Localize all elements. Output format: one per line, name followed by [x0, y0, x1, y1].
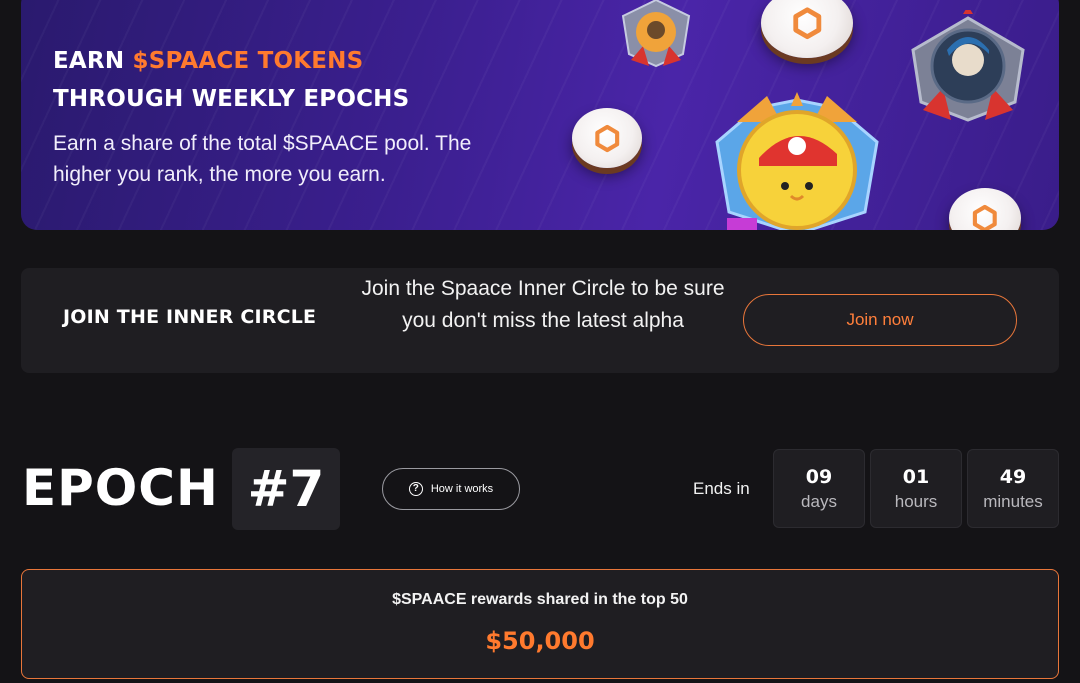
epoch-number: #7 — [232, 448, 340, 530]
inner-circle-panel: JOIN THE INNER CIRCLE Join the Spaace In… — [21, 268, 1059, 373]
timer-hours-value: 01 — [902, 466, 930, 488]
rewards-amount: $50,000 — [485, 627, 595, 655]
timer-minutes-value: 49 — [999, 466, 1027, 488]
timer-days: 09 days — [773, 449, 865, 528]
timer-minutes-unit: minutes — [983, 492, 1043, 511]
hero-title-prefix: EARN — [53, 48, 133, 74]
hero-title-accent: $SPAACE TOKENS — [132, 48, 364, 74]
timer-days-unit: days — [801, 492, 837, 511]
rewards-card: $SPAACE rewards shared in the top 50 $50… — [21, 569, 1059, 679]
medal-badge-icon — [893, 10, 1043, 122]
medal-badge-icon — [697, 92, 897, 230]
timer-hours: 01 hours — [870, 449, 962, 528]
inner-circle-title: JOIN THE INNER CIRCLE — [63, 306, 317, 328]
hero-banner: EARN $SPAACE TOKENS THROUGH WEEKLY EPOCH… — [21, 0, 1059, 230]
ends-in-label: Ends in — [693, 479, 750, 498]
timer-days-value: 09 — [805, 466, 833, 488]
inner-circle-text: Join the Spaace Inner Circle to be sure … — [361, 277, 725, 332]
timer-minutes: 49 minutes — [967, 449, 1059, 528]
how-it-works-button[interactable]: ? How it works — [382, 468, 520, 510]
spaace-coin-icon — [572, 108, 642, 168]
spaace-coin-icon — [949, 188, 1021, 230]
how-it-works-label: How it works — [430, 483, 494, 495]
timer-hours-unit: hours — [894, 492, 938, 511]
hero-title: EARN $SPAACE TOKENS THROUGH WEEKLY EPOCH… — [53, 42, 409, 118]
hero-description: Earn a share of the total $SPAACE pool. … — [53, 132, 472, 186]
question-circle-icon: ? — [408, 482, 423, 496]
medal-badge-icon — [613, 0, 699, 68]
hero-title-line2: THROUGH WEEKLY EPOCHS — [53, 86, 410, 112]
spaace-coin-icon — [761, 0, 853, 58]
rewards-label: $SPAACE rewards shared in the top 50 — [392, 591, 688, 608]
epoch-label: EPOCH — [22, 459, 219, 517]
join-now-button[interactable]: Join now — [743, 294, 1017, 346]
